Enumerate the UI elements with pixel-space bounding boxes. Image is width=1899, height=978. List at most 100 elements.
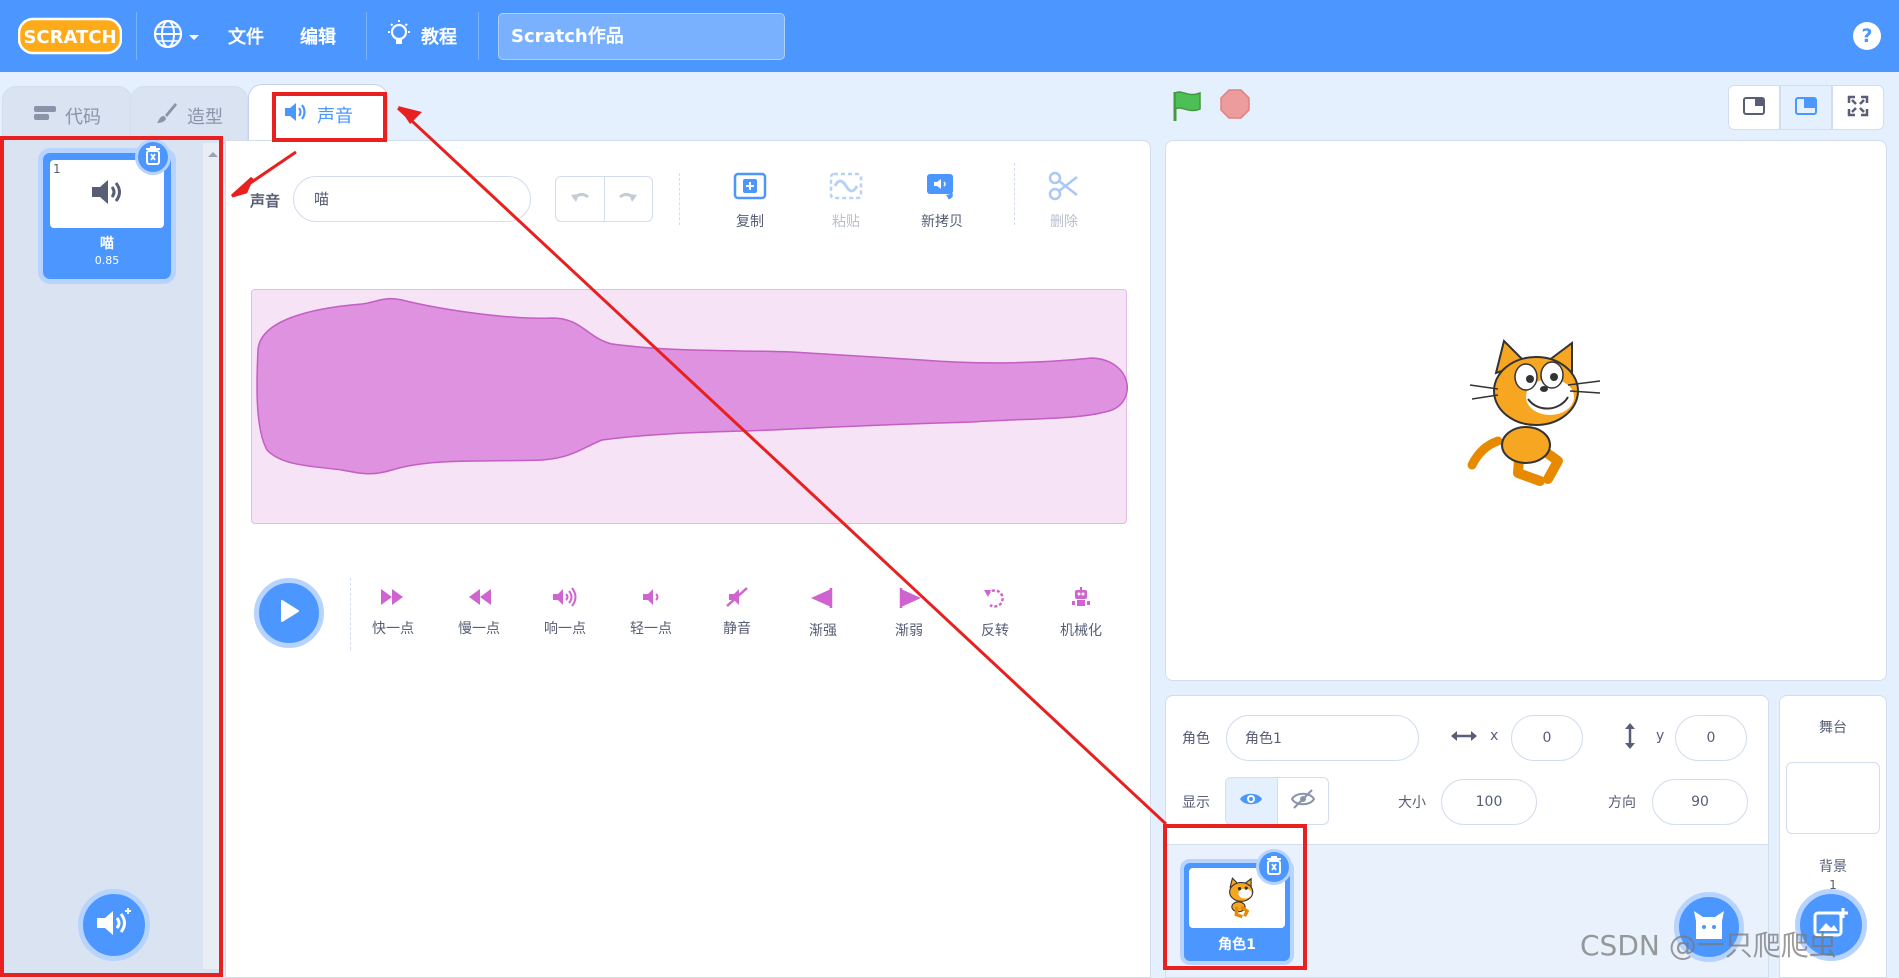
sound-editor bbox=[225, 140, 1151, 978]
x-label: x bbox=[1490, 728, 1499, 744]
small-stage-icon bbox=[1743, 96, 1765, 119]
annotation-box-sounds-tab bbox=[272, 92, 387, 142]
reverse-label: 反转 bbox=[981, 623, 1009, 639]
stage-thumbnail[interactable] bbox=[1786, 762, 1880, 834]
lightbulb-icon bbox=[385, 19, 413, 54]
fade-in-icon bbox=[809, 586, 837, 614]
stage-canvas[interactable] bbox=[1165, 140, 1887, 681]
sound-name-input[interactable]: 喵 bbox=[293, 176, 531, 222]
paste-button[interactable]: 粘贴 bbox=[806, 171, 886, 231]
tab-costumes-label: 造型 bbox=[187, 106, 223, 128]
menu-bar: SCRATCH 文件 编辑 教程 Scratch作品 ? bbox=[0, 0, 1899, 72]
softer-label: 轻一点 bbox=[630, 621, 672, 637]
x-input[interactable]: 0 bbox=[1511, 715, 1583, 761]
green-flag-icon bbox=[1170, 91, 1204, 127]
size-label: 大小 bbox=[1398, 795, 1426, 811]
faster-effect-button[interactable]: 快一点 bbox=[353, 586, 433, 638]
softer-icon bbox=[639, 586, 663, 612]
louder-icon bbox=[551, 586, 579, 612]
faster-label: 快一点 bbox=[372, 621, 414, 637]
logo-text: SCRATCH bbox=[23, 27, 116, 48]
tutorials-menu[interactable]: 教程 bbox=[385, 0, 457, 72]
tutorials-label: 教程 bbox=[421, 27, 457, 48]
mute-icon bbox=[725, 586, 749, 612]
backdrops-label: 背景 bbox=[1819, 859, 1847, 875]
toolbar-divider bbox=[679, 173, 680, 225]
hide-sprite-button[interactable] bbox=[1278, 778, 1329, 824]
show-sprite-button[interactable] bbox=[1226, 778, 1278, 824]
mute-effect-button[interactable]: 静音 bbox=[697, 586, 777, 638]
fade-out-label: 渐弱 bbox=[895, 623, 923, 639]
direction-label: 方向 bbox=[1608, 795, 1636, 811]
direction-input[interactable]: 90 bbox=[1652, 779, 1748, 825]
fullscreen-button[interactable] bbox=[1832, 85, 1884, 130]
file-menu[interactable]: 文件 bbox=[228, 0, 264, 72]
new-copy-label: 新拷贝 bbox=[921, 214, 963, 230]
normal-stage-button[interactable] bbox=[1780, 85, 1832, 130]
annotation-box-sound-list bbox=[0, 136, 223, 977]
copy-button[interactable]: 复制 bbox=[710, 171, 790, 231]
scratch-logo[interactable]: SCRATCH bbox=[17, 16, 123, 56]
robot-label: 机械化 bbox=[1060, 623, 1102, 639]
reverse-effect-button[interactable]: 反转 bbox=[955, 586, 1035, 640]
paste-icon bbox=[828, 171, 864, 205]
redo-icon bbox=[617, 189, 639, 209]
size-input[interactable]: 100 bbox=[1441, 779, 1537, 825]
sound-name-label: 声音 bbox=[250, 192, 281, 210]
delete-label: 删除 bbox=[1050, 214, 1078, 230]
reverse-icon bbox=[982, 586, 1008, 614]
fade-out-effect-button[interactable]: 渐弱 bbox=[869, 586, 949, 640]
redo-button[interactable] bbox=[605, 177, 653, 221]
waveform-shape bbox=[256, 297, 1128, 475]
slower-effect-button[interactable]: 慢一点 bbox=[439, 586, 519, 638]
louder-label: 响一点 bbox=[544, 621, 586, 637]
stage-size-toggle bbox=[1728, 85, 1885, 130]
eye-slash-icon bbox=[1290, 789, 1315, 813]
visibility-toggle bbox=[1225, 777, 1329, 825]
normal-stage-icon bbox=[1795, 96, 1817, 119]
annotation-box-sprite bbox=[1163, 824, 1307, 970]
y-input[interactable]: 0 bbox=[1675, 715, 1747, 761]
eye-icon bbox=[1239, 791, 1263, 811]
watermark: CSDN @一只爬爬虫 bbox=[1580, 929, 1837, 962]
new-copy-button[interactable]: 新拷贝 bbox=[902, 171, 982, 231]
fade-out-icon bbox=[895, 586, 923, 614]
toolbar-divider bbox=[1014, 163, 1015, 225]
horizontal-arrows-icon bbox=[1450, 728, 1478, 748]
waveform-display[interactable] bbox=[251, 289, 1128, 524]
menu-divider bbox=[478, 12, 479, 60]
slower-label: 慢一点 bbox=[458, 621, 500, 637]
paste-label: 粘贴 bbox=[832, 214, 860, 230]
stop-icon bbox=[1220, 89, 1250, 123]
slower-icon bbox=[465, 586, 493, 612]
faster-icon bbox=[379, 586, 407, 612]
edit-menu[interactable]: 编辑 bbox=[300, 0, 336, 72]
undo-button[interactable] bbox=[556, 177, 605, 221]
brush-icon bbox=[155, 101, 179, 130]
project-title-input[interactable]: Scratch作品 bbox=[498, 13, 785, 60]
stage-title: 舞台 bbox=[1819, 720, 1847, 736]
play-sound-button[interactable] bbox=[254, 578, 324, 648]
green-flag-button[interactable] bbox=[1170, 89, 1204, 127]
new-copy-icon bbox=[924, 171, 960, 205]
undo-redo-group bbox=[555, 176, 653, 222]
menu-divider bbox=[136, 12, 137, 60]
menu-divider bbox=[366, 12, 367, 60]
sprite-name-input[interactable]: 角色1 bbox=[1226, 715, 1419, 761]
softer-effect-button[interactable]: 轻一点 bbox=[611, 586, 691, 638]
scissors-icon bbox=[1048, 171, 1080, 205]
fade-in-effect-button[interactable]: 渐强 bbox=[783, 586, 863, 640]
robot-effect-button[interactable]: 机械化 bbox=[1041, 586, 1121, 640]
mute-label: 静音 bbox=[723, 621, 751, 637]
louder-effect-button[interactable]: 响一点 bbox=[525, 586, 605, 638]
stop-button[interactable] bbox=[1220, 89, 1250, 119]
fullscreen-icon bbox=[1847, 95, 1869, 121]
y-label: y bbox=[1656, 728, 1665, 744]
delete-button[interactable]: 删除 bbox=[1024, 171, 1104, 231]
undo-icon bbox=[569, 189, 591, 209]
help-button[interactable]: ? bbox=[1853, 22, 1881, 50]
small-stage-button[interactable] bbox=[1728, 85, 1780, 130]
language-menu[interactable] bbox=[152, 0, 200, 72]
cat-sprite-image[interactable] bbox=[1448, 333, 1608, 497]
play-icon bbox=[278, 599, 300, 627]
